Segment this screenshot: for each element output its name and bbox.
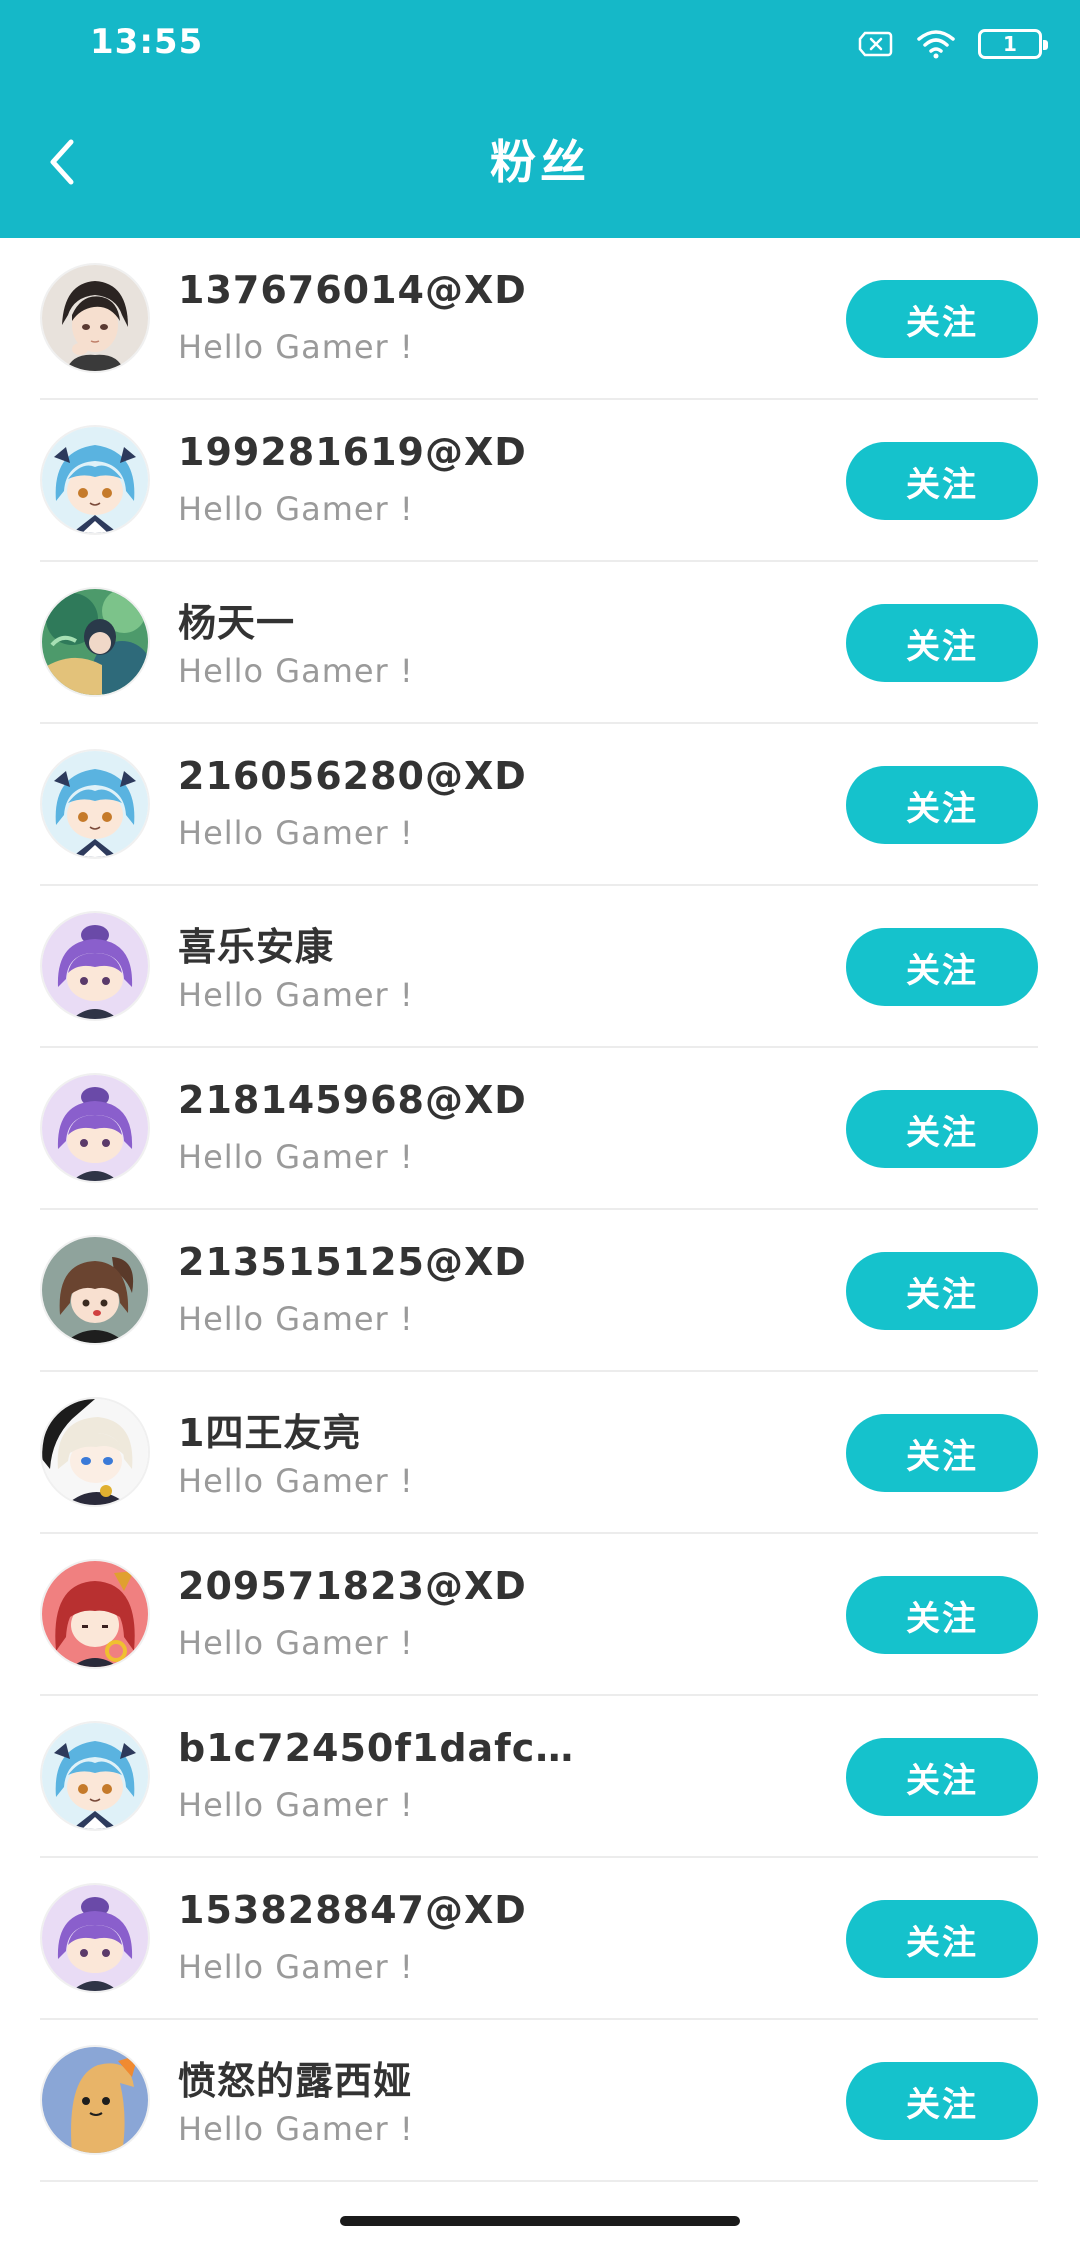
fan-name: 137676014@XD	[178, 268, 527, 312]
fan-name: 216056280@XD	[178, 754, 527, 798]
list-item[interactable]: 199281619@XD Hello Gamer ! 关注	[0, 400, 1080, 562]
fan-bio: Hello Gamer !	[178, 2110, 414, 2148]
anime-boy-avatar[interactable]	[40, 263, 150, 373]
fan-bio: Hello Gamer !	[178, 328, 414, 366]
list-item[interactable]: 喜乐安康 Hello Gamer ! 关注	[0, 886, 1080, 1048]
follow-button[interactable]: 关注	[846, 1090, 1038, 1168]
purple-hair-chibi-avatar[interactable]	[40, 911, 150, 1021]
fan-name: 213515125@XD	[178, 1240, 527, 1284]
blue-hair-chibi-avatar[interactable]	[40, 749, 150, 859]
fan-name: 杨天一	[178, 601, 296, 645]
blue-hair-chibi-avatar[interactable]	[40, 425, 150, 535]
fan-bio: Hello Gamer !	[178, 1300, 414, 1338]
fan-name: b1c72450f1dafc96...	[178, 1726, 598, 1770]
list-item[interactable]: 153828847@XD Hello Gamer ! 关注	[0, 1858, 1080, 2020]
fan-bio: Hello Gamer !	[178, 1624, 414, 1662]
list-item[interactable]: 1四王友亮 Hello Gamer ! 关注	[0, 1372, 1080, 1534]
fans-screen: 13:55 1 粉丝 137676014@XD Hello Gamer ! 关注…	[0, 0, 1080, 2244]
follow-button[interactable]: 关注	[846, 1252, 1038, 1330]
battery-level: 1	[1003, 32, 1017, 56]
list-item[interactable]: 213515125@XD Hello Gamer ! 关注	[0, 1210, 1080, 1372]
fan-name: 153828847@XD	[178, 1888, 527, 1932]
battery-icon: 1	[978, 29, 1048, 59]
list-item[interactable]: 209571823@XD Hello Gamer ! 关注	[0, 1534, 1080, 1696]
white-hair-chibi-avatar[interactable]	[40, 1397, 150, 1507]
status-time: 13:55	[90, 22, 204, 62]
fan-name: 199281619@XD	[178, 430, 527, 474]
fan-bio: Hello Gamer !	[178, 1138, 414, 1176]
fan-bio: Hello Gamer !	[178, 490, 414, 528]
fan-bio: Hello Gamer !	[178, 814, 414, 852]
list-item[interactable]: 216056280@XD Hello Gamer ! 关注	[0, 724, 1080, 886]
purple-hair-chibi-avatar[interactable]	[40, 1883, 150, 1993]
follow-button[interactable]: 关注	[846, 1576, 1038, 1654]
follow-button[interactable]: 关注	[846, 928, 1038, 1006]
follow-button[interactable]: 关注	[846, 280, 1038, 358]
list-item[interactable]: 愤怒的露西娅 Hello Gamer ! 关注	[0, 2020, 1080, 2182]
header: 13:55 1 粉丝	[0, 0, 1080, 238]
purple-hair-chibi-avatar[interactable]	[40, 1073, 150, 1183]
fan-bio: Hello Gamer !	[178, 1948, 414, 1986]
fan-name: 喜乐安康	[178, 925, 335, 969]
blue-hair-chibi-avatar[interactable]	[40, 1721, 150, 1831]
follow-button[interactable]: 关注	[846, 766, 1038, 844]
orange-creature-avatar[interactable]	[40, 2045, 150, 2155]
page-title: 粉丝	[490, 135, 590, 189]
status-icons: 1	[858, 24, 1048, 64]
brown-hair-chibi-avatar[interactable]	[40, 1235, 150, 1345]
fan-name: 愤怒的露西娅	[178, 2059, 413, 2103]
follow-button[interactable]: 关注	[846, 604, 1038, 682]
fans-list: 137676014@XD Hello Gamer ! 关注 199281619@…	[0, 238, 1080, 2182]
fan-bio: Hello Gamer !	[178, 976, 414, 1014]
fan-name: 218145968@XD	[178, 1078, 527, 1122]
follow-button[interactable]: 关注	[846, 1738, 1038, 1816]
sim-off-icon	[858, 31, 894, 57]
red-hood-chibi-avatar[interactable]	[40, 1559, 150, 1669]
follow-button[interactable]: 关注	[846, 442, 1038, 520]
follow-button[interactable]: 关注	[846, 1414, 1038, 1492]
list-item[interactable]: 137676014@XD Hello Gamer ! 关注	[0, 238, 1080, 400]
follow-button[interactable]: 关注	[846, 1900, 1038, 1978]
home-indicator[interactable]	[340, 2216, 740, 2226]
follow-button[interactable]: 关注	[846, 2062, 1038, 2140]
fan-bio: Hello Gamer !	[178, 1462, 414, 1500]
wifi-icon	[916, 29, 956, 59]
list-item[interactable]: b1c72450f1dafc96... Hello Gamer ! 关注	[0, 1696, 1080, 1858]
painted-scenery-avatar[interactable]	[40, 587, 150, 697]
fan-bio: Hello Gamer !	[178, 1786, 414, 1824]
fan-name: 1四王友亮	[178, 1411, 362, 1455]
fan-bio: Hello Gamer !	[178, 652, 414, 690]
list-item[interactable]: 218145968@XD Hello Gamer ! 关注	[0, 1048, 1080, 1210]
fan-name: 209571823@XD	[178, 1564, 527, 1608]
list-item[interactable]: 杨天一 Hello Gamer ! 关注	[0, 562, 1080, 724]
